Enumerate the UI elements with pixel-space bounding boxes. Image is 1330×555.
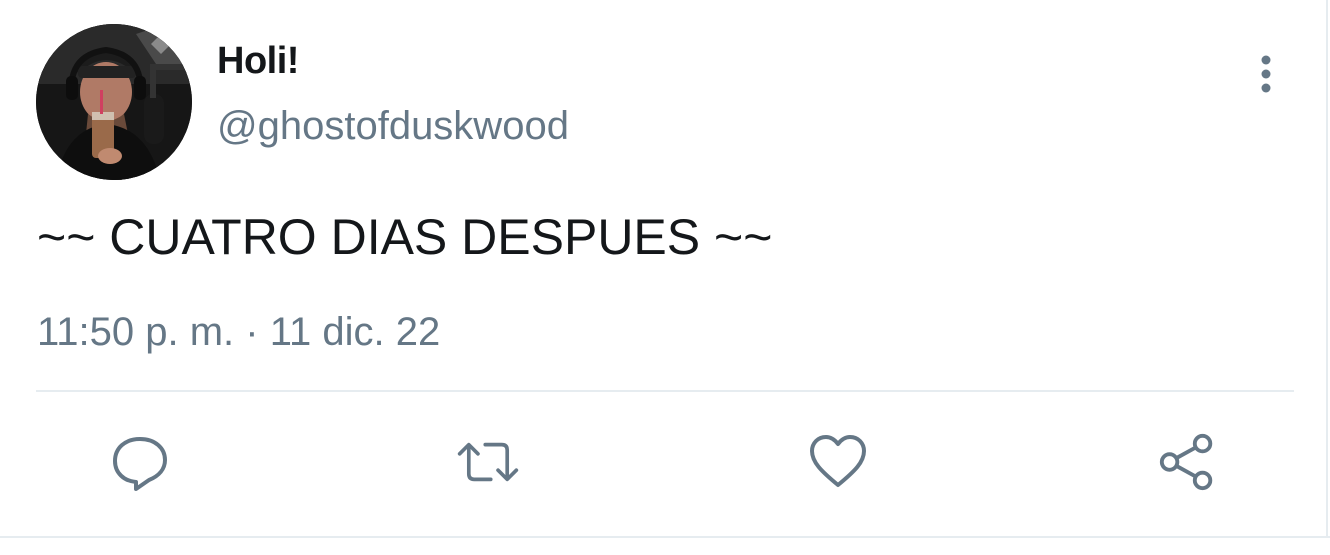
tweet-text: ~~ CUATRO DIAS DESPUES ~~ bbox=[37, 209, 773, 265]
like-button[interactable] bbox=[806, 430, 870, 494]
heart-icon bbox=[810, 435, 866, 487]
tweet-timestamp[interactable]: 11:50 p. m. · 11 dic. 22 bbox=[37, 310, 440, 355]
tweet-card: Holi! @ghostofduskwood ~~ CUATRO DIAS DE… bbox=[0, 0, 1330, 555]
card-right-border bbox=[1326, 0, 1328, 536]
reply-icon bbox=[113, 437, 167, 491]
card-bottom-border bbox=[0, 536, 1330, 538]
more-options-button[interactable] bbox=[1246, 52, 1286, 100]
retweet-button[interactable] bbox=[456, 430, 520, 494]
avatar-image bbox=[36, 24, 192, 180]
reply-button[interactable] bbox=[108, 430, 172, 494]
more-vertical-icon bbox=[1261, 55, 1271, 93]
share-icon bbox=[1159, 433, 1213, 491]
user-handle[interactable]: @ghostofduskwood bbox=[217, 104, 569, 149]
share-button[interactable] bbox=[1156, 430, 1220, 494]
retweet-icon bbox=[457, 442, 519, 482]
display-name[interactable]: Holi! bbox=[217, 40, 299, 83]
avatar[interactable] bbox=[36, 24, 192, 180]
divider bbox=[36, 390, 1294, 392]
